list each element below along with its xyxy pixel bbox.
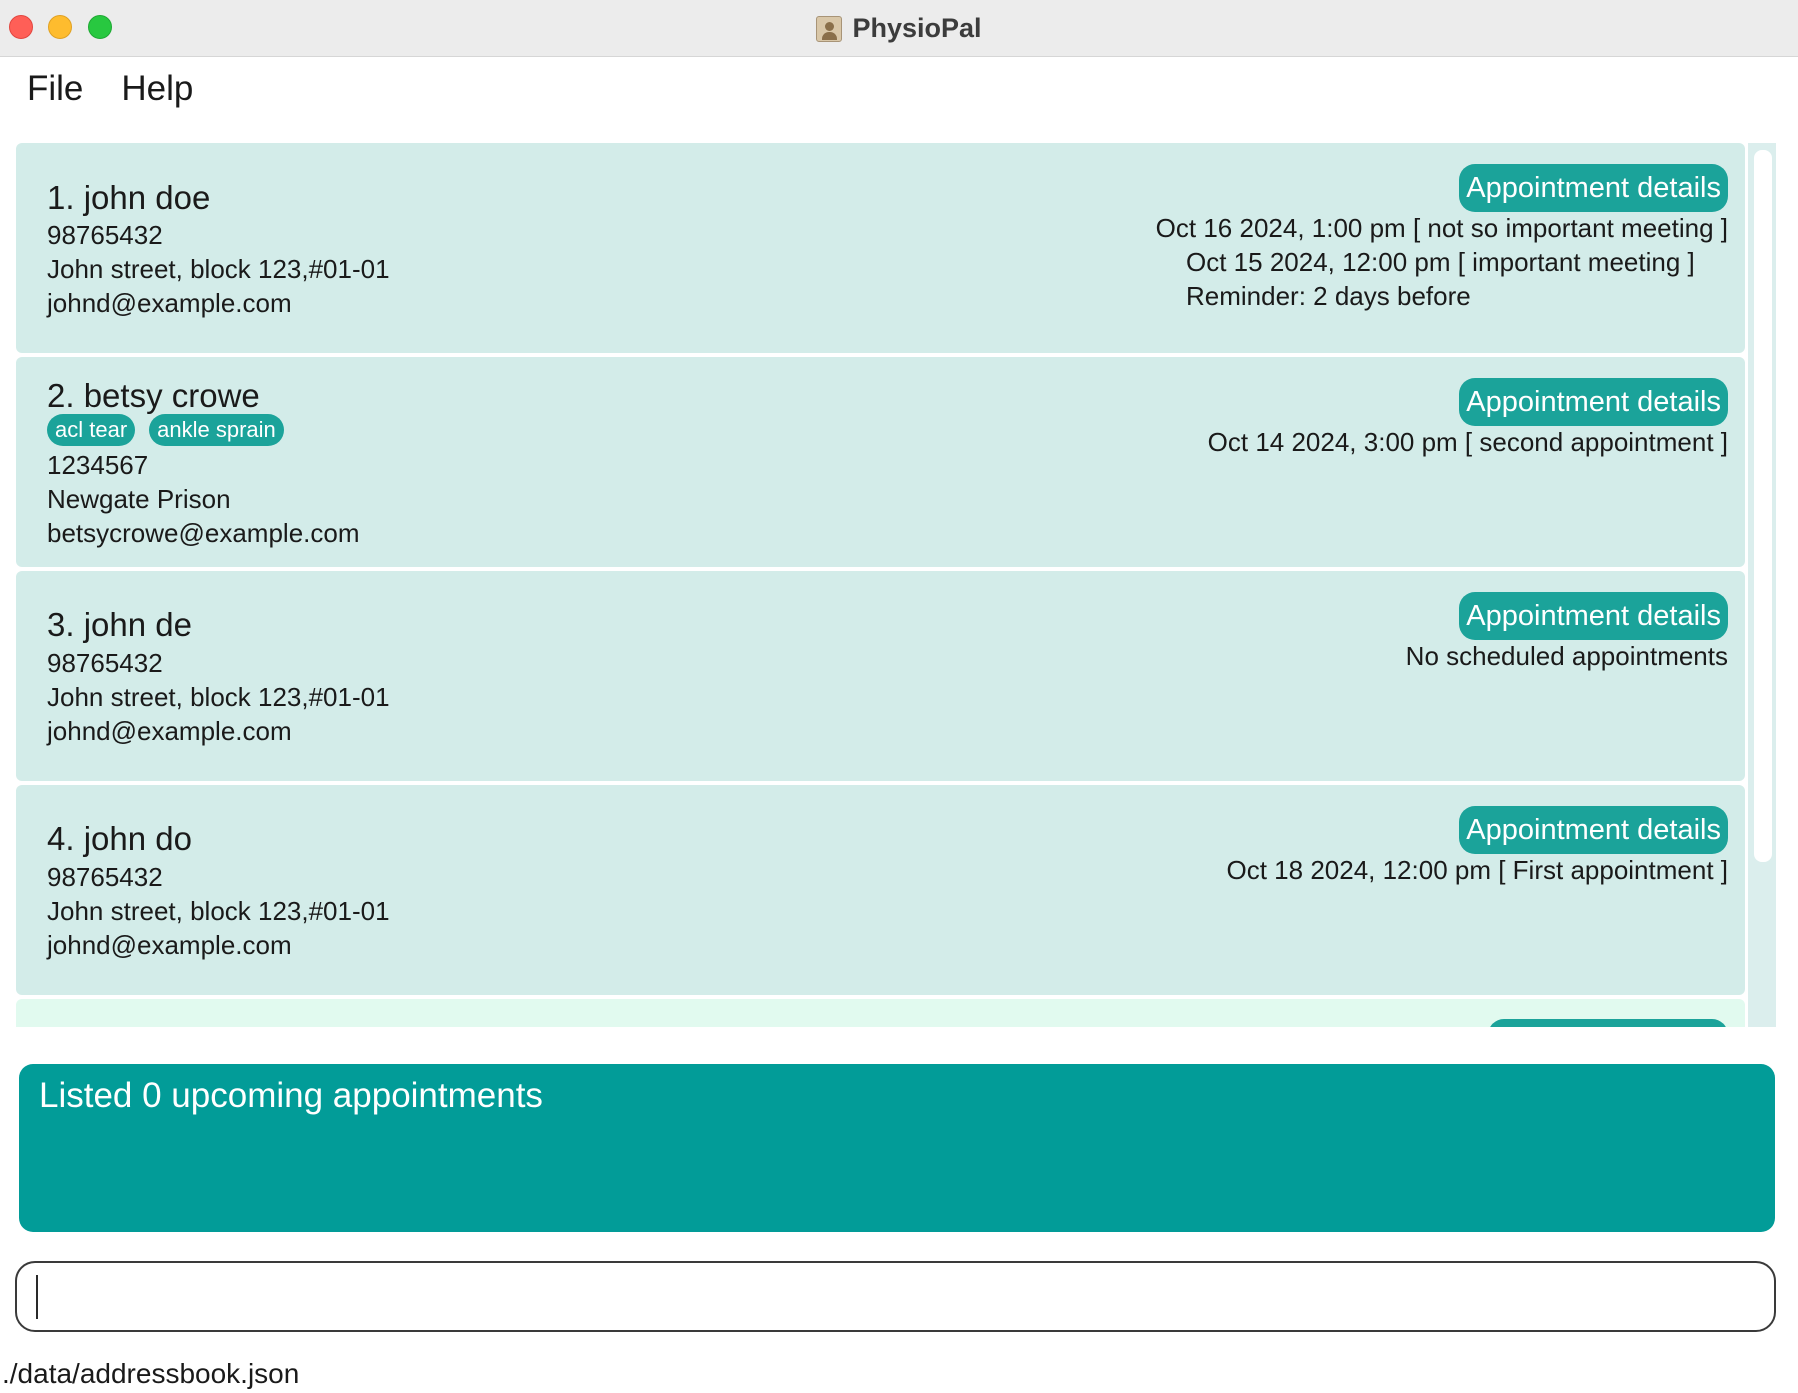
appointment-details-button[interactable]: Appointment details bbox=[1459, 378, 1728, 426]
result-display: Listed 0 upcoming appointments bbox=[19, 1064, 1775, 1232]
window-title: PhysioPal bbox=[852, 13, 982, 43]
patient-email: johnd@example.com bbox=[47, 930, 292, 960]
patient-name: 3. john de bbox=[47, 606, 192, 643]
patient-card[interactable]: 4. john do 98765432 John street, block 1… bbox=[16, 785, 1745, 995]
menu-file[interactable]: File bbox=[27, 69, 83, 109]
app-contacts-icon bbox=[816, 15, 843, 42]
appointment-reminder: Reminder: 2 days before bbox=[1186, 281, 1471, 311]
patient-card[interactable]: 2. betsy crowe acl tear ankle sprain 123… bbox=[16, 357, 1745, 567]
command-input[interactable] bbox=[35, 1273, 1755, 1321]
appointment-entry: Oct 14 2024, 3:00 pm [ second appointmen… bbox=[1207, 427, 1728, 457]
patient-address: Newgate Prison bbox=[47, 484, 231, 514]
text-caret bbox=[36, 1275, 38, 1319]
appointment-entry: Oct 18 2024, 12:00 pm [ First appointmen… bbox=[1226, 855, 1729, 885]
appointment-entry: Oct 16 2024, 1:00 pm [ not so important … bbox=[1155, 213, 1728, 243]
patient-tags: acl tear ankle sprain bbox=[47, 414, 284, 446]
result-message: Listed 0 upcoming appointments bbox=[39, 1076, 543, 1115]
patient-list[interactable]: 1. john doe 98765432 John street, block … bbox=[16, 143, 1745, 1027]
appointment-details-button[interactable]: Appointment details bbox=[1459, 164, 1728, 212]
patient-address: John street, block 123,#01-01 bbox=[47, 254, 390, 284]
list-scrollbar-thumb[interactable] bbox=[1754, 150, 1772, 862]
patient-address: John street, block 123,#01-01 bbox=[47, 896, 390, 926]
patient-phone: 98765432 bbox=[47, 220, 163, 250]
status-bar-file-path: ./data/addressbook.json bbox=[2, 1358, 300, 1389]
patient-name: 4. john do bbox=[47, 820, 192, 857]
patient-address: John street, block 123,#01-01 bbox=[47, 682, 390, 712]
appointment-details-button[interactable] bbox=[1488, 1019, 1728, 1027]
appointment-entry: No scheduled appointments bbox=[1405, 641, 1728, 671]
appointment-entry: Oct 15 2024, 12:00 pm [ important meetin… bbox=[1186, 247, 1695, 277]
patient-name: 1. john doe bbox=[47, 179, 211, 216]
menu-help[interactable]: Help bbox=[121, 69, 193, 109]
appointment-details-button[interactable]: Appointment details bbox=[1459, 592, 1728, 640]
title-bar: PhysioPal bbox=[0, 0, 1798, 57]
window-title-group: PhysioPal bbox=[0, 0, 1798, 57]
patient-phone: 98765432 bbox=[47, 648, 163, 678]
patient-email: betsycrowe@example.com bbox=[47, 518, 360, 548]
patient-tag: ankle sprain bbox=[149, 414, 284, 446]
patient-tag: acl tear bbox=[47, 414, 136, 446]
patient-phone: 98765432 bbox=[47, 862, 163, 892]
patient-email: johnd@example.com bbox=[47, 716, 292, 746]
appointment-details-button[interactable]: Appointment details bbox=[1459, 806, 1728, 854]
patient-email: johnd@example.com bbox=[47, 288, 292, 318]
patient-card[interactable]: 3. john de 98765432 John street, block 1… bbox=[16, 571, 1745, 781]
menu-bar: File Help bbox=[0, 58, 1798, 120]
command-box[interactable] bbox=[15, 1261, 1776, 1332]
patient-phone: 1234567 bbox=[47, 450, 149, 480]
patient-card[interactable] bbox=[16, 999, 1745, 1027]
patient-name: 2. betsy crowe bbox=[47, 377, 260, 414]
patient-card[interactable]: 1. john doe 98765432 John street, block … bbox=[16, 143, 1745, 353]
